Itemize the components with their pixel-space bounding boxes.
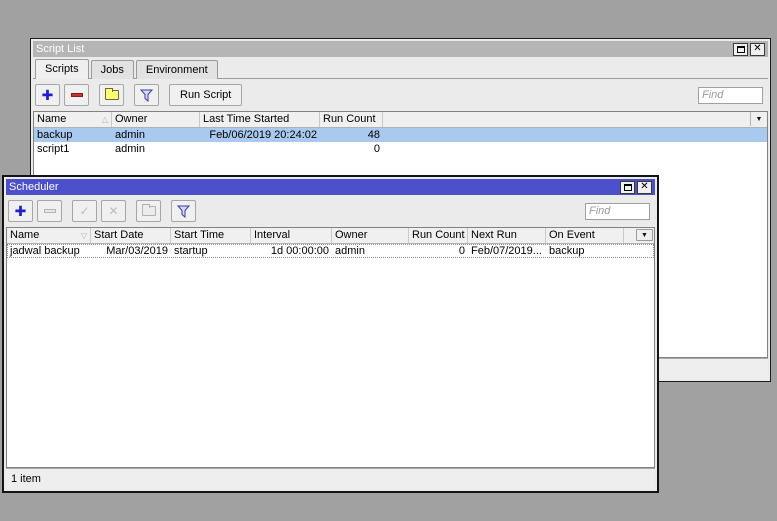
- cell-name: script1: [37, 143, 70, 155]
- script-list-title: Script List: [36, 43, 85, 55]
- column-header-name[interactable]: Name ▽: [7, 228, 91, 243]
- find-input[interactable]: [585, 202, 650, 220]
- column-header-start-date[interactable]: Start Date: [91, 228, 171, 243]
- column-header-on-event[interactable]: On Event: [546, 228, 624, 243]
- cell-next-run: Feb/07/2019...: [471, 245, 542, 257]
- close-button[interactable]: ✕: [750, 42, 765, 56]
- column-select-dropdown[interactable]: ▼: [636, 229, 653, 241]
- cell-owner: admin: [335, 245, 365, 257]
- filter-button[interactable]: [134, 84, 159, 106]
- column-header-interval[interactable]: Interval: [251, 228, 332, 243]
- maximize-button[interactable]: [733, 42, 748, 56]
- close-button[interactable]: ✕: [637, 180, 652, 194]
- desktop: { "colors": { "desktop_bg": "#a1a1a1", "…: [0, 0, 777, 521]
- cell-owner: admin: [115, 129, 145, 141]
- cell-name: jadwal backup: [10, 245, 80, 257]
- remove-button[interactable]: [64, 84, 89, 106]
- cell-last-time-started: Feb/06/2019 20:24:02: [209, 129, 317, 141]
- cell-run-count: 0: [458, 245, 465, 257]
- find-input[interactable]: [698, 86, 763, 104]
- cell-start-time: startup: [174, 245, 208, 257]
- column-select-dropdown[interactable]: ▼: [750, 112, 767, 126]
- table-row[interactable]: backup admin Feb/06/2019 20:24:02 48: [34, 128, 767, 142]
- scheduler-titlebar[interactable]: Scheduler ✕: [6, 179, 655, 195]
- x-icon: ✕: [108, 204, 119, 218]
- filter-button[interactable]: [171, 200, 196, 222]
- column-header-name[interactable]: Name △: [34, 112, 112, 127]
- minus-icon: [70, 93, 83, 97]
- cell-run-count: 48: [367, 129, 380, 141]
- plus-icon: ✚: [41, 87, 54, 103]
- maximize-icon: [623, 183, 632, 191]
- script-list-titlebar[interactable]: Script List ✕: [33, 41, 768, 57]
- scheduler-window[interactable]: Scheduler ✕ ✚ ✓ ✕ Name ▽ Start Date Star…: [2, 175, 659, 493]
- item-count: 1 item: [11, 473, 41, 485]
- sort-desc-icon: ▽: [80, 231, 87, 240]
- scheduler-header-row: Name ▽ Start Date Start Time Interval Ow…: [7, 228, 654, 244]
- cell-last-time-started: [200, 142, 320, 156]
- close-icon: ✕: [753, 43, 762, 54]
- script-list-tabstrip: Scripts Jobs Environment: [33, 57, 768, 79]
- column-header-run-count[interactable]: Run Count: [409, 228, 468, 243]
- enable-button-disabled[interactable]: ✓: [72, 200, 97, 222]
- cell-interval: 1d 00:00:00: [270, 245, 329, 257]
- close-icon: ✕: [640, 181, 649, 192]
- cell-run-count: 0: [373, 143, 380, 155]
- script-list-header-row: Name △ Owner Last Time Started Run Count…: [34, 112, 767, 128]
- disable-button-disabled[interactable]: ✕: [101, 200, 126, 222]
- script-list-toolbar: ✚ Run Script: [33, 79, 768, 111]
- cell-on-event: backup: [549, 245, 585, 257]
- column-header-owner[interactable]: Owner: [112, 112, 200, 127]
- copy-button[interactable]: [99, 84, 124, 106]
- column-header-start-time[interactable]: Start Time: [171, 228, 251, 243]
- tab-scripts[interactable]: Scripts: [35, 59, 89, 79]
- tab-jobs[interactable]: Jobs: [90, 60, 134, 79]
- column-header-next-run[interactable]: Next Run: [468, 228, 546, 243]
- scheduler-title: Scheduler: [9, 181, 59, 193]
- column-header-owner[interactable]: Owner: [332, 228, 409, 243]
- run-script-button[interactable]: Run Script: [169, 84, 243, 106]
- scheduler-statusbar: 1 item: [6, 468, 655, 489]
- scheduler-toolbar: ✚ ✓ ✕: [6, 195, 655, 227]
- table-row[interactable]: jadwal backup Mar/03/2019 startup 1d 00:…: [7, 244, 654, 258]
- copy-button-disabled[interactable]: [136, 200, 161, 222]
- tab-environment[interactable]: Environment: [135, 60, 218, 79]
- cell-start-date: Mar/03/2019: [106, 245, 168, 257]
- check-icon: ✓: [79, 204, 90, 218]
- column-header-last-time-started[interactable]: Last Time Started: [200, 112, 320, 127]
- folder-icon: [141, 204, 156, 216]
- table-row[interactable]: script1 admin 0: [34, 142, 767, 156]
- filter-icon: [177, 205, 190, 218]
- scheduler-table: Name ▽ Start Date Start Time Interval Ow…: [6, 227, 655, 468]
- minus-icon: [43, 209, 56, 213]
- maximize-button[interactable]: [620, 180, 635, 194]
- folder-icon: [104, 88, 119, 100]
- cell-owner: admin: [115, 143, 145, 155]
- add-button[interactable]: ✚: [35, 84, 60, 106]
- cell-name: backup: [37, 129, 73, 141]
- filter-icon: [140, 89, 153, 102]
- plus-icon: ✚: [14, 203, 27, 219]
- maximize-icon: [736, 45, 745, 53]
- sort-asc-icon: △: [101, 115, 108, 124]
- add-button[interactable]: ✚: [8, 200, 33, 222]
- column-header-run-count[interactable]: Run Count: [320, 112, 383, 127]
- remove-button-disabled[interactable]: [37, 200, 62, 222]
